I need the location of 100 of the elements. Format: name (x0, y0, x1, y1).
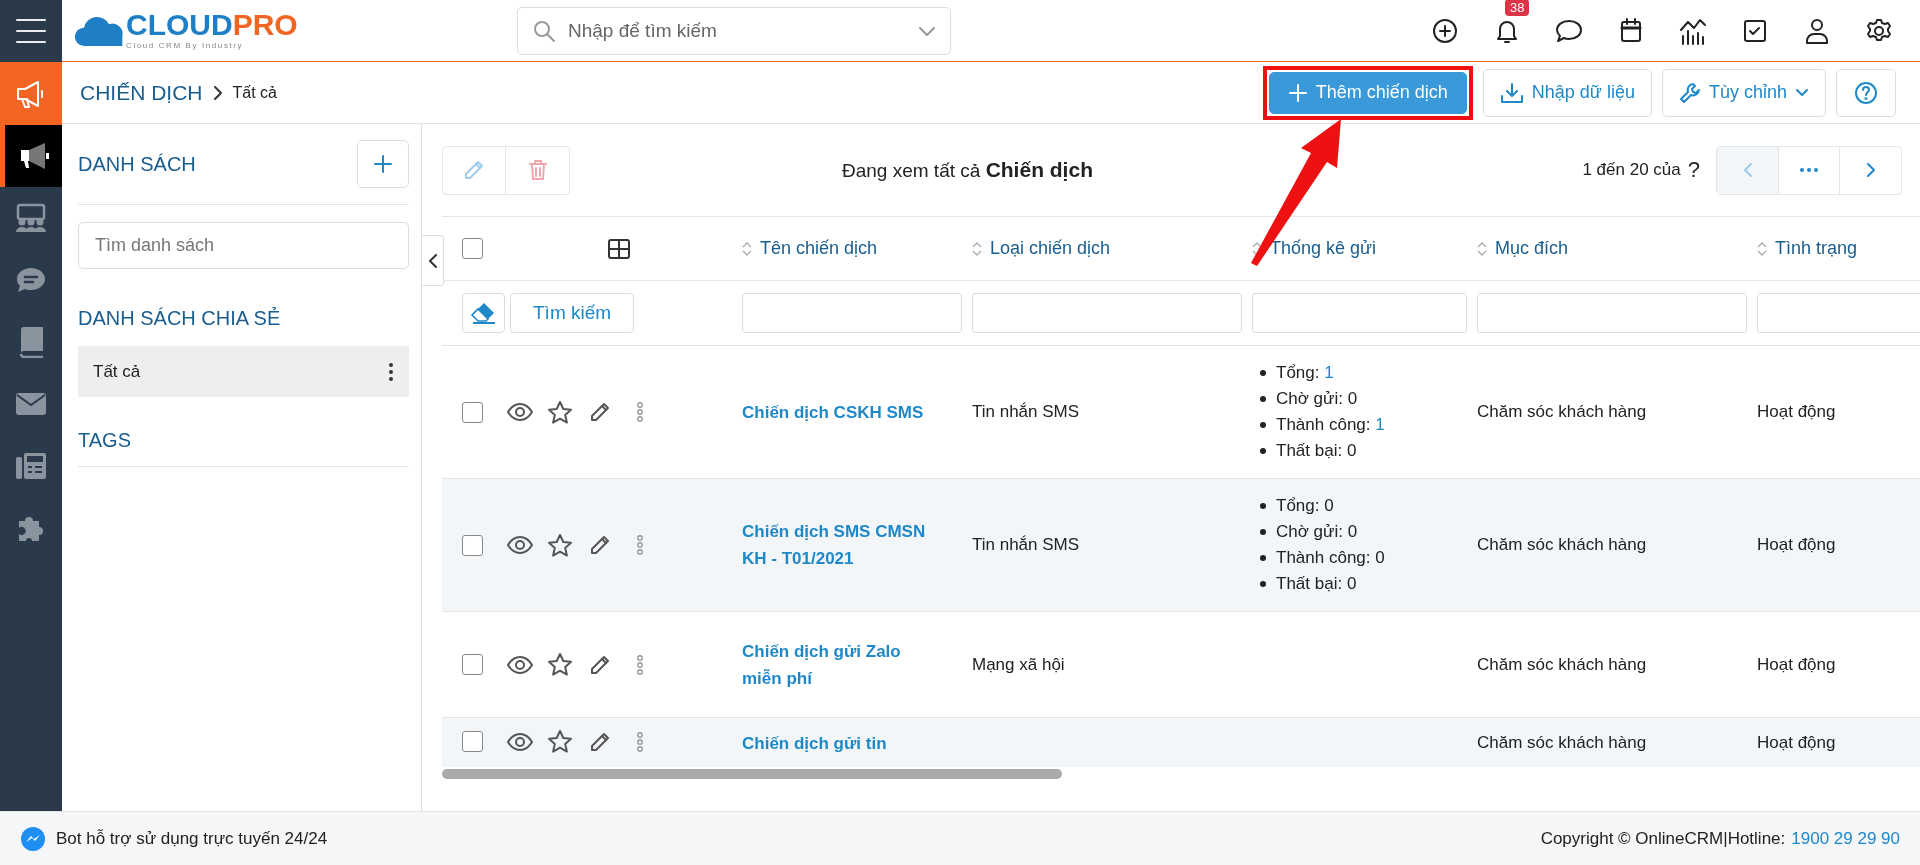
support-link[interactable]: Bot hỗ trợ sử dụng trực tuyến 24/24 (56, 828, 328, 849)
search-button[interactable]: Tìm kiếm (510, 293, 635, 333)
campaign-link[interactable]: Chiến dịch CSKH SMS (742, 398, 924, 426)
stat-label: Thành công: (1276, 547, 1372, 569)
stat-label: Tổng: (1276, 362, 1321, 384)
bullet-icon (1260, 370, 1266, 376)
stat-label: Thất bại: (1276, 573, 1344, 595)
scrollbar-thumb[interactable] (442, 769, 1062, 779)
campaign-link[interactable]: Chiến dịch SMS CMSN KH - T01/2021 (742, 518, 932, 572)
table-cell-text: Chăm sóc khách hàng (1477, 653, 1647, 676)
column-header[interactable]: Tên chiến dịch (760, 238, 878, 259)
megaphone-icon[interactable] (0, 125, 62, 187)
copyright-text: Copyright © OnlineCRM|Hotline: (1540, 828, 1786, 848)
campaign-link[interactable]: Chiến dịch gửi tin (742, 730, 887, 757)
logo-text[interactable]: PRO (232, 10, 298, 40)
table-cell-text: Chăm sóc khách hàng (1477, 534, 1647, 556)
page-total[interactable]: ? (1687, 157, 1700, 183)
chevron-icon (427, 252, 438, 269)
clear-filter-button[interactable] (462, 293, 505, 333)
plus-icon (1287, 82, 1308, 103)
help-button[interactable] (1836, 68, 1896, 117)
stat-value: 0 (1347, 521, 1358, 543)
columns-icon[interactable] (608, 238, 630, 259)
logo-tagline: Cloud CRM By Industry (126, 41, 244, 51)
bullet-icon (1260, 581, 1266, 587)
checkbox[interactable] (462, 401, 483, 423)
import-button[interactable]: Nhập dữ liệu (1482, 68, 1652, 117)
section-title: DANH SÁCH CHIA SẺ (78, 307, 282, 330)
chevron-icon (212, 84, 223, 101)
search-icon (532, 18, 556, 43)
bullet-icon (1260, 529, 1266, 535)
more-icon (1799, 167, 1819, 173)
stat-value: 0 (1346, 440, 1357, 462)
notification-badge: 38 (1505, 0, 1530, 16)
plus-icon (373, 154, 393, 174)
caret-icon (1795, 87, 1809, 98)
column-header[interactable]: Thống kê gửi (1270, 238, 1377, 259)
column-header[interactable]: Loại chiến dịch (990, 238, 1111, 259)
sort-icon[interactable] (972, 240, 982, 257)
table-cell-text: Chăm sóc khách hàng (1477, 732, 1647, 754)
stat-label: Thành công: (1276, 414, 1372, 436)
table-cell-text: Tin nhắn SMS (972, 534, 1080, 556)
checkbox[interactable] (462, 731, 483, 752)
add-list-button[interactable] (357, 140, 409, 188)
collapse-button[interactable] (422, 235, 444, 286)
table-cell-text: Hoạt động (1757, 653, 1836, 676)
chevron-icon (1742, 162, 1753, 178)
stat-label: Chờ gửi: (1276, 521, 1344, 543)
download-icon (1499, 81, 1524, 104)
table-cell-text: Hoạt động (1757, 732, 1836, 754)
filter-field[interactable] (1477, 293, 1747, 333)
stat-link[interactable]: 1 (1375, 412, 1385, 438)
view-title: Đang xem tất cả Chiến dịch (842, 158, 1093, 182)
messenger-icon[interactable] (20, 825, 46, 852)
checkbox[interactable] (462, 534, 483, 556)
bullet-icon (1260, 422, 1266, 428)
wrench-icon (1678, 81, 1701, 104)
logo-text[interactable]: CLOUD (126, 10, 233, 40)
stat-label: Tổng: (1276, 495, 1321, 517)
sort-icon[interactable] (742, 240, 752, 257)
table-cell-text: Hoạt động (1757, 534, 1836, 556)
checkbox[interactable] (462, 238, 483, 259)
bullet-icon (1260, 555, 1266, 561)
table-cell-text: Tin nhắn SMS (972, 401, 1080, 423)
table-cell-text: Mạng xã hội (972, 653, 1065, 676)
bullet-icon (1260, 503, 1266, 509)
more-icon[interactable] (388, 361, 394, 382)
add-campaign-button[interactable]: Thêm chiến dịch (1268, 71, 1467, 114)
breadcrumb-current: Tất cả (232, 83, 277, 102)
sort-icon[interactable] (1757, 240, 1767, 257)
table-cell-text: Hoạt động (1757, 401, 1836, 423)
pencil-icon (463, 159, 485, 181)
column-header[interactable]: Mục đích (1495, 238, 1569, 259)
stat-link[interactable]: 1 (1324, 360, 1334, 386)
filter-field[interactable] (972, 293, 1242, 333)
campaign-link[interactable]: Chiến dịch gửi Zalo miễn phí (742, 637, 932, 692)
hotline-link[interactable]: 1900 29 29 90 (1791, 828, 1900, 848)
customize-button[interactable]: Tùy chỉnh (1661, 68, 1826, 117)
search-field[interactable]: Tìm danh sách (78, 222, 409, 269)
bullet-icon (1260, 448, 1266, 454)
column-header[interactable]: Tình trạng (1775, 238, 1858, 259)
filter-field[interactable] (1252, 293, 1467, 333)
stat-value: 0 (1324, 495, 1334, 517)
section-title: DANH SÁCH (78, 152, 196, 176)
list-item[interactable]: Tất cả (78, 346, 409, 397)
trash-icon (527, 159, 548, 181)
stat-value: 0 (1347, 388, 1358, 410)
caret-icon[interactable] (918, 24, 936, 37)
sort-icon[interactable] (1477, 240, 1487, 257)
breadcrumb-link[interactable]: CHIẾN DỊCH (80, 80, 203, 105)
checkbox[interactable] (462, 654, 483, 675)
eraser-icon (469, 302, 498, 324)
table-cell-text: Chăm sóc khách hàng (1477, 401, 1647, 423)
stat-label: Chờ gửi: (1276, 388, 1344, 410)
stat-value: 0 (1346, 573, 1357, 595)
search-bar[interactable]: Nhập để tìm kiếm (517, 6, 951, 55)
stat-label: Thất bại: (1276, 440, 1344, 462)
filter-field[interactable] (742, 293, 962, 333)
bullet-icon (1260, 396, 1266, 402)
page-range: 1 đến 20 của (1582, 160, 1681, 180)
